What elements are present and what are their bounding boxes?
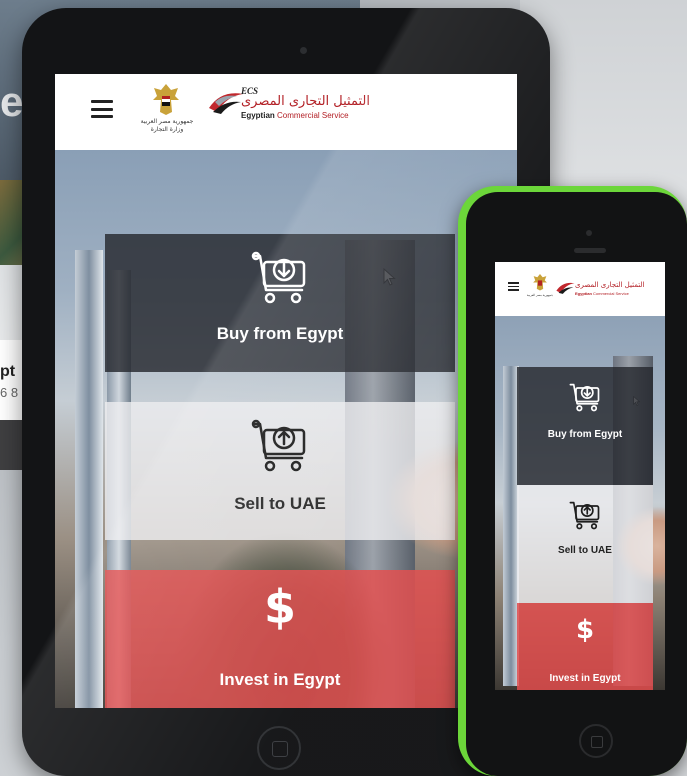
- emblem-caption: جمهورية مصر العربية وزارة التجارة: [131, 118, 203, 134]
- phone-invest-in-egypt-label: Invest in Egypt: [549, 673, 621, 684]
- phone-home-button: [579, 724, 613, 758]
- phone-buy-from-egypt-label: Buy from Egypt: [547, 429, 623, 440]
- tablet-home-button: [257, 726, 301, 770]
- phone-emblem-caption: جمهورية مصر العربية: [526, 293, 554, 297]
- phone-logo-arabic-text: التمثيل التجارى المصرى: [575, 281, 645, 289]
- phone-logo-english-rest: Commercial Service: [591, 291, 629, 296]
- cart-download-icon: [251, 251, 306, 304]
- phone-logo-english-text: Egyptian Commercial Service: [575, 291, 629, 296]
- phone-sell-to-uae-tile[interactable]: Sell to UAE: [517, 485, 653, 603]
- phone-cart-upload-icon: [569, 501, 600, 530]
- phone-invest-in-egypt-tile[interactable]: $ Invest in Egypt: [517, 603, 653, 690]
- logo-english-text: Egyptian Commercial Service: [241, 111, 349, 120]
- tower-image: [75, 250, 103, 708]
- invest-in-egypt-label: Invest in Egypt: [219, 670, 341, 689]
- background-card-title: pt: [0, 363, 16, 380]
- buy-from-egypt-label: Buy from Egypt: [216, 324, 344, 343]
- phone-device: جمهورية مصر العربية التمثيل التجارى المص…: [458, 186, 687, 776]
- phone-site-header: جمهورية مصر العربية التمثيل التجارى المص…: [495, 262, 665, 316]
- logo-english-rest: Commercial Service: [274, 111, 349, 120]
- phone-cart-download-icon: [569, 383, 600, 412]
- site-header: جمهورية مصر العربية وزارة التجارة ECS ال…: [55, 74, 517, 150]
- phone-logo-english-bold: Egyptian: [575, 291, 592, 296]
- tablet-camera: [300, 47, 307, 54]
- invest-in-egypt-tile[interactable]: $ Invest in Egypt: [105, 570, 455, 708]
- emblem-caption-line2: وزارة التجارة: [150, 126, 184, 133]
- buy-from-egypt-tile[interactable]: Buy from Egypt: [105, 234, 455, 372]
- phone-sell-to-uae-label: Sell to UAE: [558, 545, 612, 556]
- menu-icon[interactable]: [91, 100, 113, 118]
- phone-speaker: [574, 248, 606, 253]
- sell-to-uae-label: Sell to UAE: [234, 494, 326, 513]
- sell-to-uae-tile[interactable]: Sell to UAE: [105, 402, 455, 540]
- phone-buy-from-egypt-tile[interactable]: Buy from Egypt: [517, 367, 653, 485]
- phone-menu-icon[interactable]: [508, 282, 519, 291]
- phone-screen: جمهورية مصر العربية التمثيل التجارى المص…: [495, 262, 665, 690]
- cart-upload-icon: [251, 419, 306, 472]
- logo-english-bold: Egyptian: [241, 111, 275, 120]
- phone-ecs-logo-icon: [556, 282, 575, 294]
- eagle-emblem-icon: [153, 84, 179, 115]
- emblem-caption-line1: جمهورية مصر العربية: [140, 118, 194, 125]
- phone-dollar-icon: $: [575, 615, 595, 645]
- phone-camera: [586, 230, 592, 236]
- background-card-subtitle: 6 8: [0, 385, 19, 400]
- logo-arabic-text: التمثيل التجارى المصرى: [241, 94, 370, 109]
- tablet-screen: جمهورية مصر العربية وزارة التجارة ECS ال…: [55, 74, 517, 708]
- phone-eagle-emblem-icon: [533, 274, 547, 291]
- dollar-icon: $: [263, 580, 296, 634]
